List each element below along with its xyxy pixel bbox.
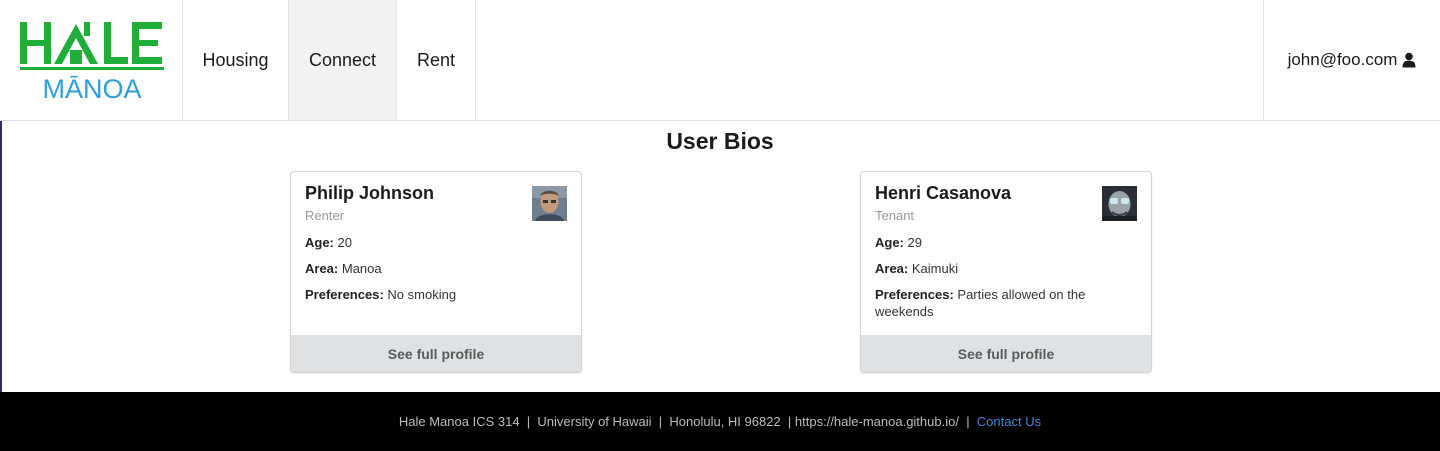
see-full-profile-button[interactable]: See full profile: [291, 335, 581, 372]
card-fields: Age: 20 Area: Manoa Preferences: No smok…: [305, 234, 569, 312]
avatar: [532, 186, 567, 221]
age-field: Age: 20: [305, 234, 569, 251]
age-label: Age:: [875, 235, 904, 250]
area-value: Kaimuki: [911, 261, 959, 276]
area-value: Manoa: [341, 261, 382, 276]
preferences-field: Preferences: Parties allowed on the week…: [875, 286, 1139, 320]
page: MĀNOA Housing Connect Rent john@foo.com …: [0, 0, 1440, 451]
top-navbar: MĀNOA Housing Connect Rent john@foo.com: [0, 0, 1440, 121]
footer-university: University of Hawaii: [537, 414, 652, 429]
preferences-label: Preferences:: [305, 287, 384, 302]
user-email: john@foo.com: [1287, 50, 1398, 69]
card-role: Renter: [305, 208, 345, 223]
card-role: Tenant: [875, 208, 915, 223]
svg-text:MĀNOA: MĀNOA: [42, 74, 141, 102]
preferences-label: Preferences:: [875, 287, 954, 302]
area-label: Area:: [305, 261, 339, 276]
footer: Hale Manoa ICS 314 | University of Hawai…: [0, 392, 1440, 451]
brand-logo[interactable]: MĀNOA: [0, 0, 183, 120]
avatar-photo-icon: [532, 186, 567, 221]
user-menu[interactable]: john@foo.com: [1263, 0, 1440, 120]
bio-card: Henri Casanova Tenant Age: 29 Area: Kaim…: [860, 171, 1152, 373]
avatar: [1102, 186, 1137, 221]
nav-connect[interactable]: Connect: [289, 0, 397, 120]
footer-url: https://hale-manoa.github.io/: [794, 414, 959, 429]
area-field: Area: Manoa: [305, 260, 569, 277]
footer-location: Honolulu, HI 96822: [669, 414, 781, 429]
age-value: 29: [907, 235, 922, 250]
nav-rent[interactable]: Rent: [397, 0, 476, 120]
hale-manoa-logo-icon: MĀNOA: [20, 22, 164, 102]
age-label: Age:: [305, 235, 334, 250]
bio-card: Philip Johnson Renter Age: 20 Area: Mano…: [290, 171, 582, 373]
footer-org: Hale Manoa ICS 314: [398, 414, 520, 429]
window-edge: [0, 121, 2, 392]
area-field: Area: Kaimuki: [875, 260, 1139, 277]
age-value: 20: [337, 235, 352, 250]
card-name: Philip Johnson: [305, 183, 434, 203]
age-field: Age: 29: [875, 234, 1139, 251]
preferences-value: No smoking: [387, 287, 457, 302]
card-fields: Age: 29 Area: Kaimuki Preferences: Parti…: [875, 234, 1139, 329]
area-label: Area:: [875, 261, 909, 276]
contact-us-link[interactable]: Contact Us: [977, 414, 1041, 429]
avatar-photo-icon: [1102, 186, 1137, 221]
nav-housing[interactable]: Housing: [183, 0, 289, 120]
card-name: Henri Casanova: [875, 183, 1012, 203]
preferences-field: Preferences: No smoking: [305, 286, 569, 303]
see-full-profile-button[interactable]: See full profile: [861, 335, 1151, 372]
page-title: User Bios: [666, 128, 774, 154]
user-icon: [1402, 52, 1416, 68]
